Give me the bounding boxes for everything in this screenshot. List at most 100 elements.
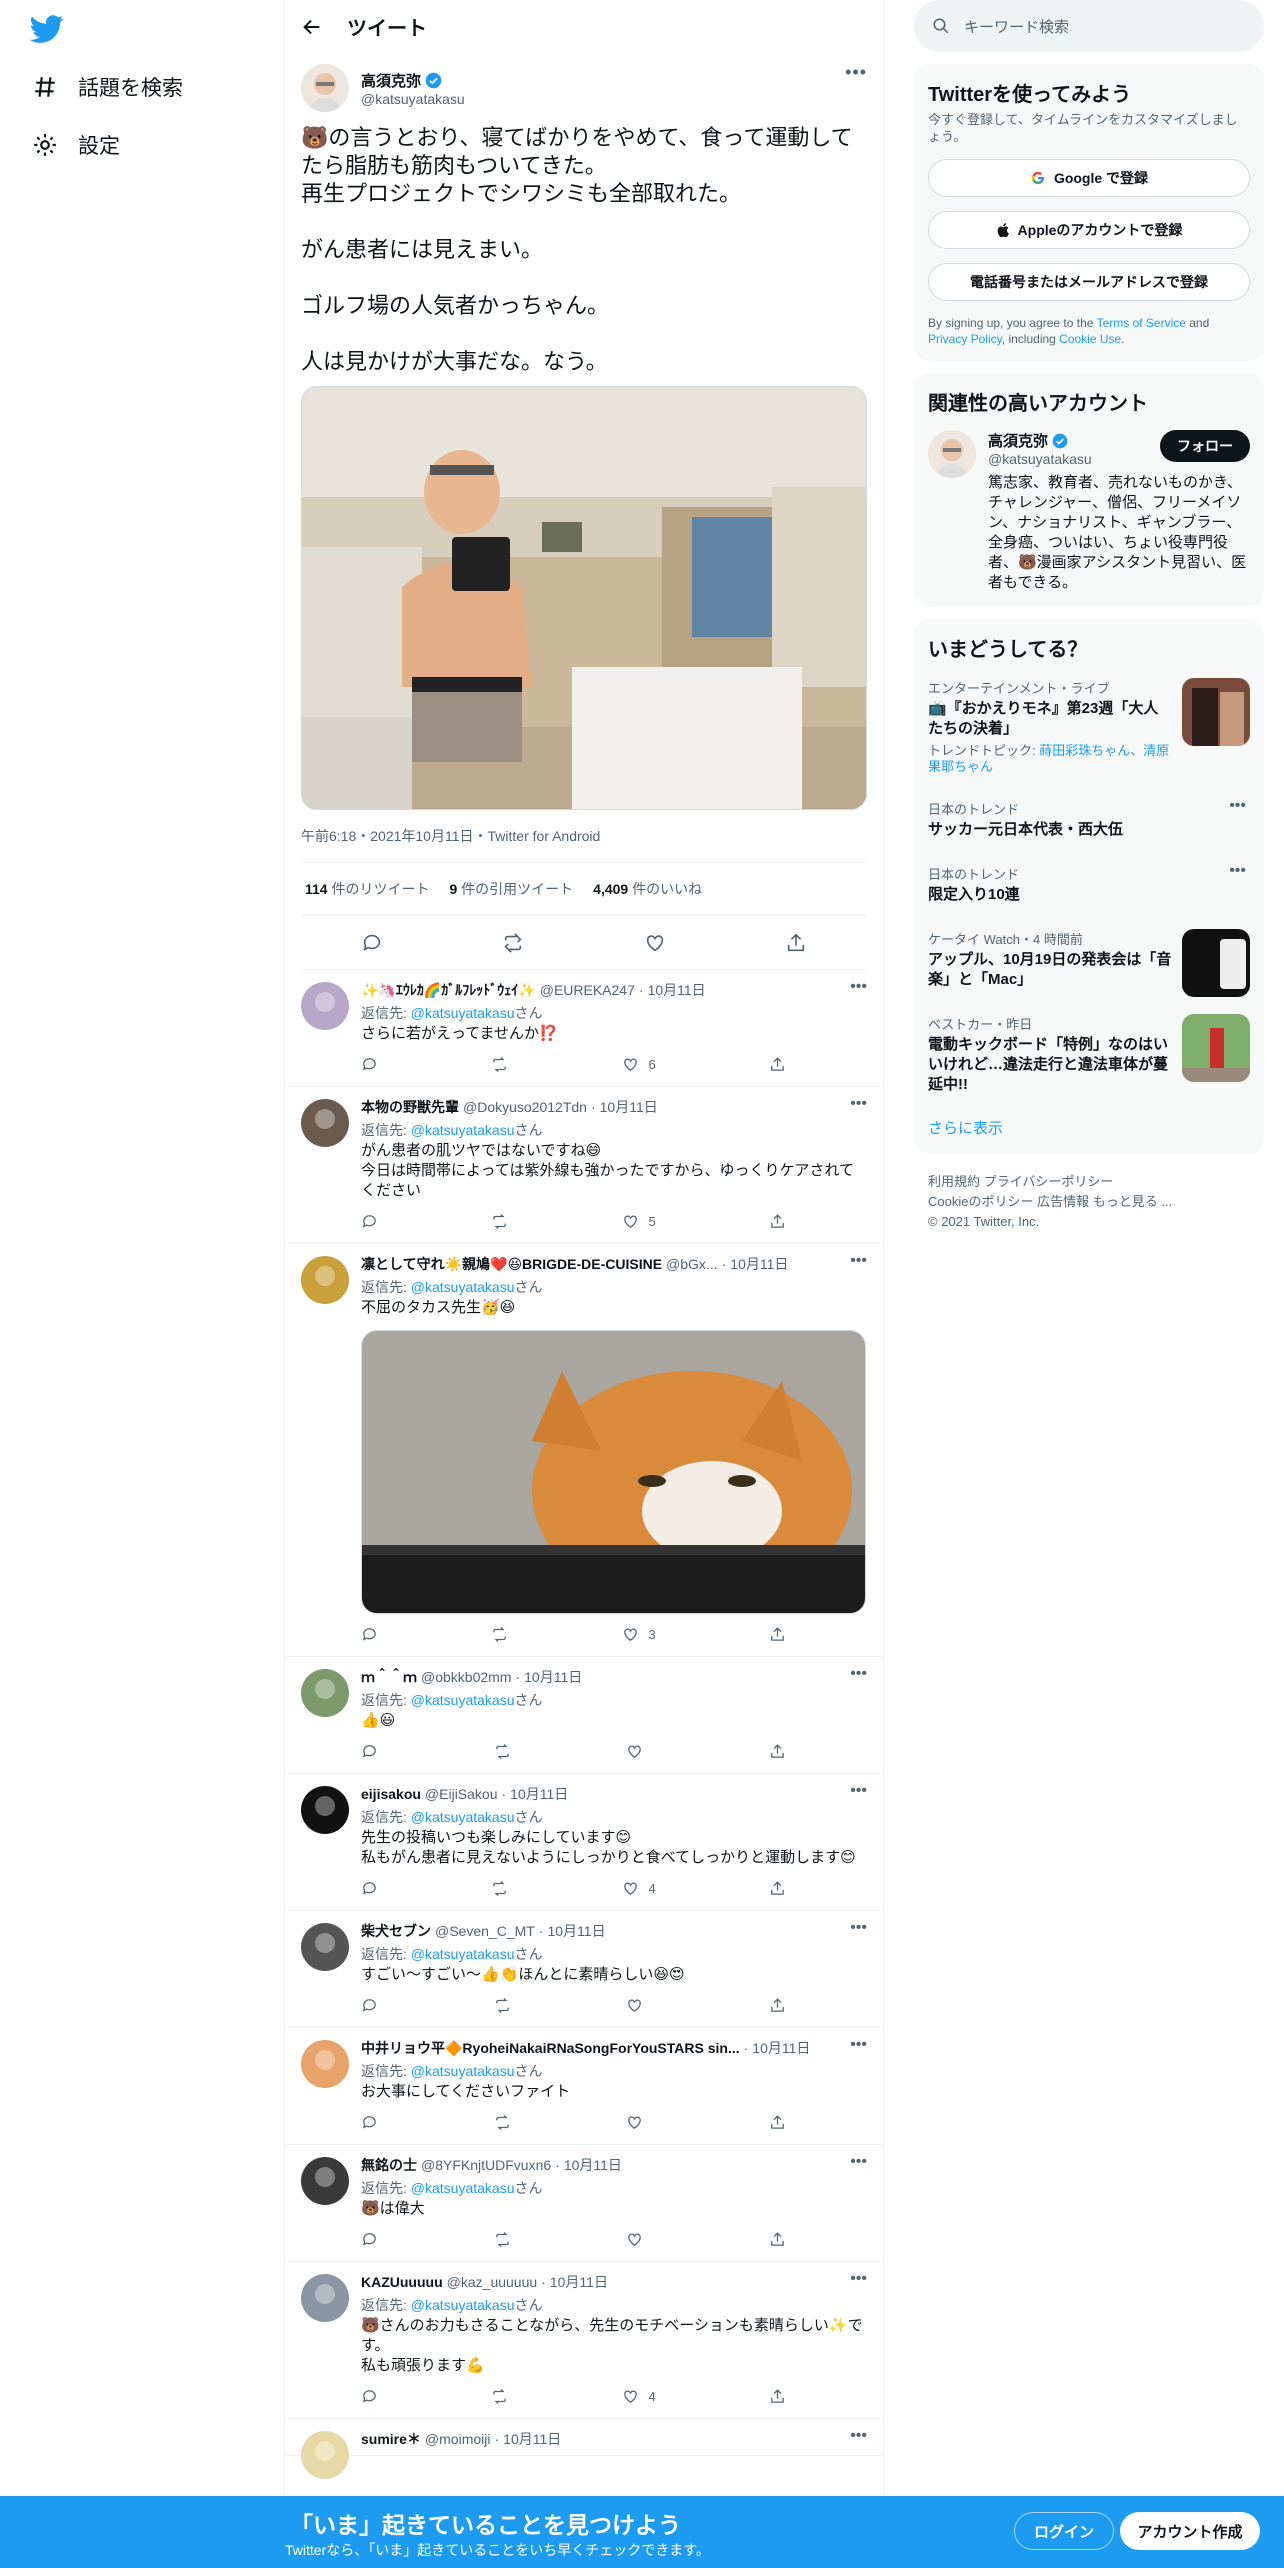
- reply-icon[interactable]: [361, 1626, 378, 1643]
- retweet-icon[interactable]: [502, 932, 524, 954]
- share-icon[interactable]: [769, 2231, 786, 2248]
- reply-author-handle[interactable]: @kaz_uuuuuu: [447, 2274, 538, 2290]
- reply-author-handle[interactable]: @moimoiji: [425, 2431, 491, 2447]
- more-options-icon[interactable]: •••: [845, 62, 867, 83]
- more-options-icon[interactable]: •••: [1229, 862, 1246, 880]
- more-options-icon[interactable]: •••: [850, 1252, 867, 1270]
- heart-icon[interactable]: [622, 1626, 639, 1643]
- more-options-icon[interactable]: •••: [850, 1095, 867, 1113]
- retweet-icon[interactable]: [494, 2114, 511, 2131]
- reply-tweet[interactable]: 中井リョウ平🔶RyoheiNakaiRNaSongForYouSTARS sin…: [285, 2028, 883, 2145]
- reply-photo[interactable]: [361, 1330, 866, 1614]
- share-icon[interactable]: [769, 1626, 786, 1643]
- share-icon[interactable]: [769, 2388, 786, 2405]
- more-options-icon[interactable]: •••: [850, 2036, 867, 2054]
- reply-date[interactable]: 10月11日: [524, 1667, 582, 1687]
- mention-link[interactable]: @katsuyatakasu: [411, 2063, 515, 2079]
- heart-icon[interactable]: [626, 1997, 643, 2014]
- reply-author-name[interactable]: 凛として守れ☀️親鳩❤️😆BRIGDE-DE-CUISINE: [361, 1254, 662, 1274]
- avatar[interactable]: [301, 1923, 349, 1971]
- reply-author-name[interactable]: eijisakou: [361, 1786, 421, 1802]
- avatar[interactable]: [301, 1786, 349, 1834]
- reply-author-name[interactable]: ✨🦄ｴｳﾚｶ🌈ｶﾞﾙﾌﾚｯﾄﾞｳｪｲ✨: [361, 980, 536, 1000]
- share-icon[interactable]: [769, 1743, 786, 1760]
- more-options-icon[interactable]: •••: [850, 1782, 867, 1800]
- retweet-icon[interactable]: [491, 1626, 508, 1643]
- retweet-icon[interactable]: [491, 1056, 508, 1073]
- trend-item[interactable]: ベストカー・昨日 電動キックボード「特例」なのはいいけれど…違法走行と違法車体が…: [928, 1002, 1250, 1107]
- retweet-icon[interactable]: [494, 1743, 511, 1760]
- avatar[interactable]: [301, 64, 349, 112]
- share-icon[interactable]: [769, 2114, 786, 2131]
- reply-date[interactable]: 10月11日: [730, 1254, 788, 1274]
- more-options-icon[interactable]: •••: [850, 978, 867, 996]
- reply-icon[interactable]: [361, 2114, 378, 2131]
- reply-author-handle[interactable]: @Dokyuso2012Tdn: [463, 1099, 587, 1115]
- avatar[interactable]: [301, 1256, 349, 1304]
- retweet-icon[interactable]: [491, 1880, 508, 1897]
- mention-link[interactable]: @katsuyatakasu: [411, 1122, 515, 1138]
- show-more-link[interactable]: さらに表示: [928, 1107, 1250, 1146]
- like-count[interactable]: 4,409 件のいいね: [593, 879, 702, 899]
- nav-settings[interactable]: 設定: [32, 130, 120, 160]
- reply-tweet[interactable]: ｍ＾＾ｍ @obkkb02mm · 10月11日 ••• 返信先: @katsuyatak…: [285, 1657, 883, 1774]
- reply-date[interactable]: 10月11日: [752, 2038, 810, 2058]
- cookie-link[interactable]: Cookie Use: [1059, 332, 1121, 346]
- login-button[interactable]: ログイン: [1014, 2512, 1114, 2550]
- share-icon[interactable]: [785, 932, 807, 954]
- nav-explore[interactable]: 話題を検索: [32, 72, 183, 102]
- more-options-icon[interactable]: •••: [850, 1919, 867, 1937]
- reply-author-name[interactable]: 柴犬セブン: [361, 1921, 431, 1941]
- more-options-icon[interactable]: •••: [850, 2153, 867, 2171]
- reply-tweet[interactable]: 凛として守れ☀️親鳩❤️😆BRIGDE-DE-CUISINE @bGx... · 10…: [285, 1244, 883, 1657]
- reply-author-name[interactable]: 中井リョウ平🔶RyoheiNakaiRNaSongForYouSTARS sin…: [361, 2038, 740, 2058]
- reply-author-handle[interactable]: @obkkb02mm: [421, 1669, 511, 1685]
- like-action[interactable]: [626, 1743, 653, 1760]
- share-icon[interactable]: [769, 1056, 786, 1073]
- back-arrow-icon[interactable]: [301, 16, 323, 38]
- reply-icon[interactable]: [361, 1880, 378, 1897]
- avatar[interactable]: [301, 2157, 349, 2205]
- reply-author-handle[interactable]: @Seven_C_MT: [435, 1923, 535, 1939]
- reply-icon[interactable]: [361, 1213, 378, 1230]
- heart-icon[interactable]: [622, 2388, 639, 2405]
- more-options-icon[interactable]: •••: [850, 1665, 867, 1683]
- follow-button[interactable]: フォロー: [1160, 430, 1250, 462]
- reply-author-handle[interactable]: @bGx...: [666, 1256, 718, 1272]
- avatar[interactable]: [301, 2040, 349, 2088]
- like-action[interactable]: [626, 2114, 653, 2131]
- privacy-link[interactable]: Privacy Policy: [928, 332, 1002, 346]
- heart-icon[interactable]: [626, 2114, 643, 2131]
- avatar[interactable]: [928, 430, 976, 478]
- like-action[interactable]: 3: [622, 1626, 656, 1643]
- signup-button[interactable]: アカウント作成: [1120, 2512, 1260, 2550]
- mention-link[interactable]: @katsuyatakasu: [411, 1809, 515, 1825]
- retweet-icon[interactable]: [494, 2231, 511, 2248]
- reply-date[interactable]: 10月11日: [547, 1921, 605, 1941]
- reply-author-handle[interactable]: @8YFKnjtUDFvuxn6: [421, 2157, 551, 2173]
- reply-author-handle[interactable]: @EijiSakou: [425, 1786, 498, 1802]
- reply-tweet[interactable]: 柴犬セブン @Seven_C_MT · 10月11日 ••• 返信先: @katsuyat…: [285, 1911, 883, 2028]
- phone-email-signup-button[interactable]: 電話番号またはメールアドレスで登録: [928, 263, 1250, 301]
- quote-count[interactable]: 9 件の引用ツイート: [449, 879, 573, 899]
- retweet-icon[interactable]: [491, 1213, 508, 1230]
- google-signup-button[interactable]: Google で登録: [928, 159, 1250, 197]
- reply-icon[interactable]: [361, 2231, 378, 2248]
- mention-link[interactable]: @katsuyatakasu: [411, 2297, 515, 2313]
- related-account[interactable]: 高須克弥 @katsuyatakasu フォロー 篤志家、教育者、売れないものか…: [928, 430, 1250, 593]
- author-name[interactable]: 高須克弥: [361, 70, 421, 91]
- reply-author-name[interactable]: KAZUuuuuu: [361, 2274, 443, 2290]
- reply-icon[interactable]: [361, 1743, 378, 1760]
- reply-author-name[interactable]: 無銘の士: [361, 2155, 417, 2175]
- mention-link[interactable]: @katsuyatakasu: [411, 1946, 515, 1962]
- retweet-icon[interactable]: [491, 2388, 508, 2405]
- mention-link[interactable]: @katsuyatakasu: [411, 1005, 515, 1021]
- reply-tweet[interactable]: 無銘の士 @8YFKnjtUDFvuxn6 · 10月11日 ••• 返信先: @kats…: [285, 2145, 883, 2262]
- reply-tweet[interactable]: eijisakou @EijiSakou · 10月11日 ••• 返信先: @katsu…: [285, 1774, 883, 1911]
- share-icon[interactable]: [769, 1997, 786, 2014]
- reply-author-name[interactable]: 本物の野獣先輩: [361, 1097, 459, 1117]
- apple-signup-button[interactable]: Appleのアカウントで登録: [928, 211, 1250, 249]
- reply-date[interactable]: 10月11日: [600, 1097, 658, 1117]
- related-name[interactable]: 高須克弥: [988, 430, 1048, 451]
- share-icon[interactable]: [769, 1880, 786, 1897]
